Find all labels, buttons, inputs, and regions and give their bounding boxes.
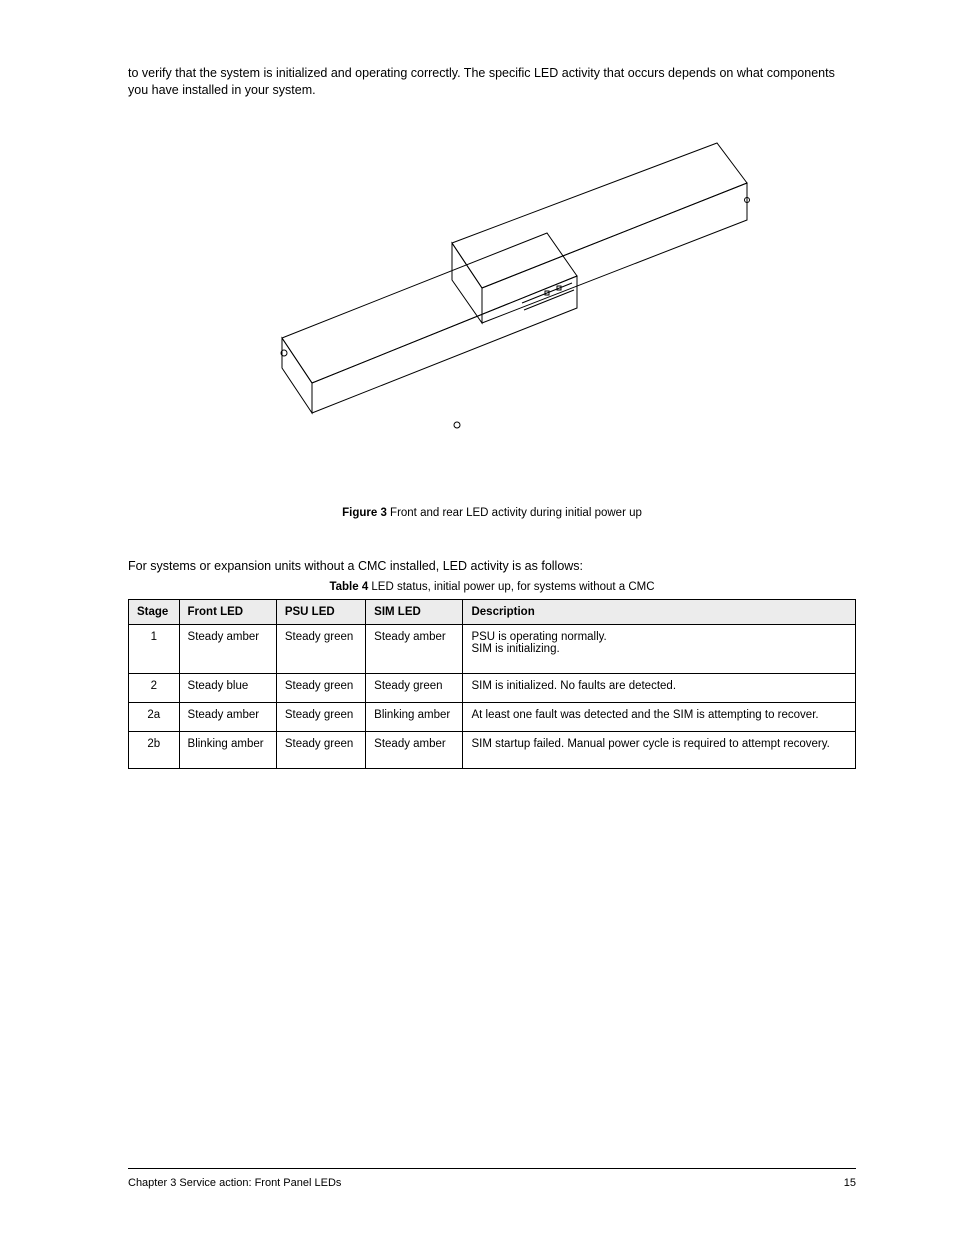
cell-desc: SIM startup failed. Manual power cycle i… [463, 731, 856, 768]
cell-front: Steady blue [179, 673, 276, 702]
table-caption: Table 4 LED status, initial power up, fo… [128, 581, 856, 593]
cell-desc: SIM is initialized. No faults are detect… [463, 673, 856, 702]
enclosure-drawing [227, 113, 757, 493]
figure-illustration: Figure 3 Front and rear LED activity dur… [128, 113, 856, 519]
col-sim-led: SIM LED [366, 599, 463, 624]
intro-paragraph: to verify that the system is initialized… [128, 65, 856, 99]
cell-sim: Blinking amber [366, 702, 463, 731]
col-stage: Stage [129, 599, 180, 624]
led-status-table: Stage Front LED PSU LED SIM LED Descript… [128, 599, 856, 769]
cell-desc: At least one fault was detected and the … [463, 702, 856, 731]
cell-sim: Steady green [366, 673, 463, 702]
cell-stage: 2a [129, 702, 180, 731]
cell-stage: 1 [129, 624, 180, 673]
table-row: 2b Blinking amber Steady green Steady am… [129, 731, 856, 768]
cell-psu: Steady green [276, 731, 365, 768]
footer-chapter: Chapter 3 Service action: Front Panel LE… [128, 1177, 341, 1189]
cell-psu: Steady green [276, 673, 365, 702]
cell-front: Steady amber [179, 624, 276, 673]
cell-psu: Steady green [276, 702, 365, 731]
col-description: Description [463, 599, 856, 624]
cell-desc: PSU is operating normally. SIM is initia… [463, 624, 856, 673]
table-row: 2a Steady amber Steady green Blinking am… [129, 702, 856, 731]
cell-psu: Steady green [276, 624, 365, 673]
figure-caption: Figure 3 Front and rear LED activity dur… [128, 507, 856, 519]
page-footer: Chapter 3 Service action: Front Panel LE… [128, 1168, 856, 1189]
cell-front: Steady amber [179, 702, 276, 731]
cell-sim: Steady amber [366, 731, 463, 768]
table-row: 2 Steady blue Steady green Steady green … [129, 673, 856, 702]
cell-stage: 2 [129, 673, 180, 702]
col-psu-led: PSU LED [276, 599, 365, 624]
table-row: 1 Steady amber Steady green Steady amber… [129, 624, 856, 673]
cell-sim: Steady amber [366, 624, 463, 673]
col-front-led: Front LED [179, 599, 276, 624]
footer-page-number: 15 [844, 1177, 856, 1189]
cell-front: Blinking amber [179, 731, 276, 768]
cell-stage: 2b [129, 731, 180, 768]
table-header-row: Stage Front LED PSU LED SIM LED Descript… [129, 599, 856, 624]
table-intro-paragraph: For systems or expansion units without a… [128, 559, 856, 573]
